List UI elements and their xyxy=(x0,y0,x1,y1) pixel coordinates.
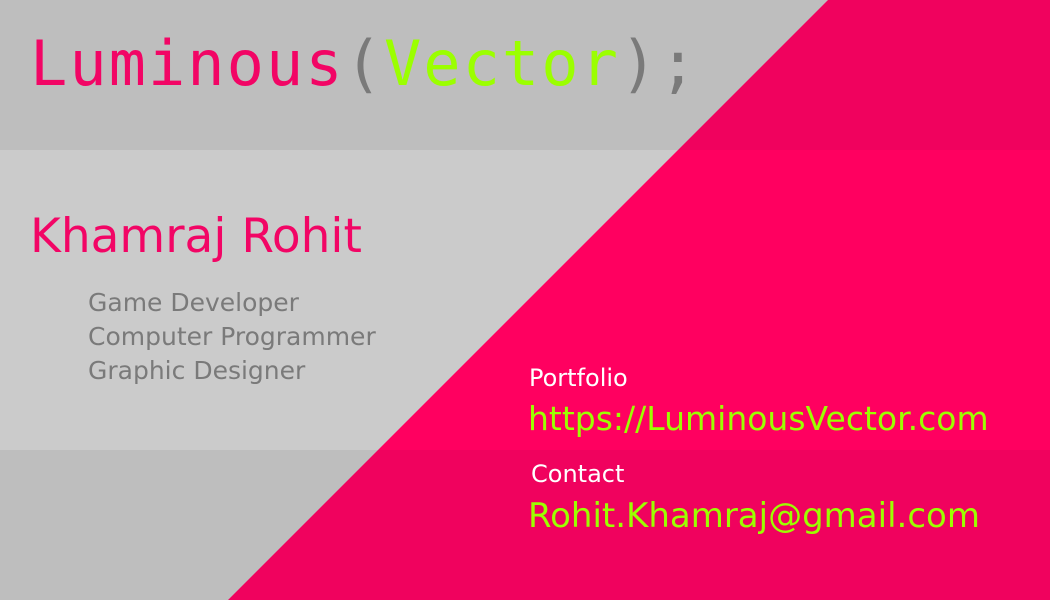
brand-logo-text: Luminous(Vector); xyxy=(30,24,699,104)
brand-word-vector: Vector xyxy=(383,27,620,100)
contact-email-link[interactable]: Rohit.Khamraj@gmail.com xyxy=(528,494,980,538)
role-list: Game Developer Computer Programmer Graph… xyxy=(88,286,376,388)
person-name: Khamraj Rohit xyxy=(30,209,362,264)
business-card: Luminous(Vector); Khamraj Rohit Game Dev… xyxy=(0,0,1050,600)
role-item: Computer Programmer xyxy=(88,322,376,351)
role-item: Graphic Designer xyxy=(88,356,306,385)
portfolio-link[interactable]: https://LuminousVector.com xyxy=(528,397,989,441)
role-item: Game Developer xyxy=(88,288,299,317)
contact-label: Contact xyxy=(531,460,625,488)
portfolio-label: Portfolio xyxy=(529,364,628,392)
brand-close-paren-semicolon: ); xyxy=(619,27,699,100)
brand-open-paren: ( xyxy=(344,27,384,100)
brand-word-luminous: Luminous xyxy=(30,27,345,100)
